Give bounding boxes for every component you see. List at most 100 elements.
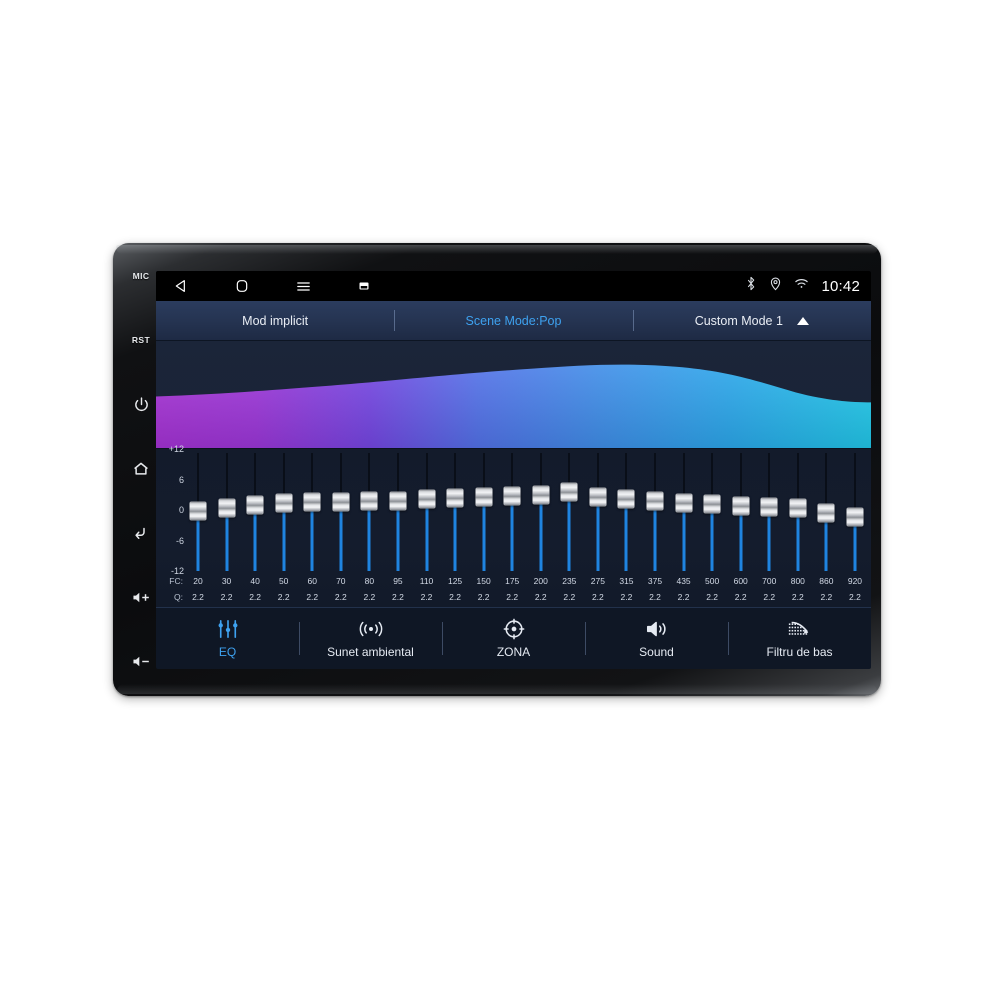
eq-slider-handle[interactable] [589,487,607,507]
volume-down-key[interactable] [126,651,156,673]
hardware-key-column: MIC RST [123,265,159,673]
eq-slider[interactable] [274,453,294,571]
fc-value: 50 [278,576,289,586]
eq-slider[interactable] [217,453,237,571]
eq-slider[interactable] [845,453,865,571]
android-status-bar: 10:42 [156,271,871,301]
eq-slider-handle[interactable] [789,498,807,518]
eq-slider[interactable] [188,453,208,571]
q-value: 2.2 [249,592,262,602]
status-indicators: 10:42 [745,271,860,301]
tab-ambient-sound[interactable]: Sunet ambiental [299,608,442,669]
eq-slider-handle[interactable] [503,486,521,506]
mode-custom-button[interactable]: Custom Mode 1 [632,301,871,340]
eq-slider-handle[interactable] [846,507,864,527]
eq-slider-handle[interactable] [275,493,293,513]
eq-slider-handle[interactable] [189,501,207,521]
eq-slider[interactable] [816,453,836,571]
tab-bass-filter[interactable]: Filtru de bas [728,608,871,669]
nav-back-button[interactable] [170,275,192,297]
nav-menu-button[interactable] [292,275,314,297]
mode-scene-label: Scene Mode:Pop [465,313,562,328]
eq-slider-handle[interactable] [732,496,750,516]
eq-slider-handle[interactable] [389,491,407,511]
q-value: 2.2 [220,592,233,602]
eq-slider[interactable] [759,453,779,571]
eq-slider[interactable] [788,453,808,571]
speaker-volume-icon [645,618,669,640]
reset-key[interactable]: RST [126,329,156,351]
eq-slider[interactable] [474,453,494,571]
eq-slider-fill [425,499,428,571]
eq-slider[interactable] [388,453,408,571]
q-value: 2.2 [677,592,690,602]
mode-scene-button[interactable]: Scene Mode:Pop [394,301,632,340]
fc-q-table: FC: 20 30 40 50 60 70 80 95 110 125 150 175 200 235 27… [156,573,871,605]
chevron-up-icon[interactable] [796,316,809,325]
eq-slider-fill [453,498,457,571]
eq-slider-handle[interactable] [646,491,664,511]
eq-slider-group [188,453,865,571]
q-value: 2.2 [649,592,661,602]
tab-zone[interactable]: ZONA [442,608,585,669]
car-head-unit-device: MIC RST 10:42 Mod implicit Scene Mode:Po… [113,243,881,696]
q-value: 2.2 [734,592,747,602]
home-key[interactable] [126,458,156,480]
eq-slider[interactable] [588,453,608,571]
eq-slider-fill [682,502,686,571]
q-value: 2.2 [449,592,461,602]
tab-sound-label: Sound [639,645,674,659]
fc-value: 435 [676,576,691,586]
fc-value: 125 [447,576,463,586]
q-value: 2.2 [706,592,719,602]
eq-slider-handle[interactable] [617,489,635,509]
eq-slider[interactable] [559,453,579,571]
eq-slider[interactable] [645,453,665,571]
q-row: Q: 2.2 2.2 2.2 2.2 2.2 2.2 2.2 2.2 2.2 2.2 2.2 2.2 2… [156,589,871,605]
eq-slider-handle[interactable] [760,497,778,517]
q-value: 2.2 [363,592,376,602]
fc-value: 20 [193,576,203,586]
eq-slider[interactable] [502,453,522,571]
eq-slider-handle[interactable] [675,493,693,513]
eq-slider-handle[interactable] [817,503,835,523]
eq-slider[interactable] [616,453,636,571]
nav-screenshot-button[interactable] [353,275,375,297]
mode-default-button[interactable]: Mod implicit [156,301,394,340]
mic-key[interactable]: MIC [126,265,156,287]
back-key[interactable] [126,522,156,544]
eq-slider-fill [767,506,771,571]
eq-slider[interactable] [331,453,351,571]
eq-slider-handle[interactable] [703,494,721,514]
eq-slider-handle[interactable] [560,482,578,502]
eq-slider-handle[interactable] [418,489,435,509]
nav-home-button[interactable] [231,275,253,297]
q-row-label: Q: [174,592,183,602]
eq-slider-handle[interactable] [360,491,378,511]
eq-slider-fill [367,501,371,571]
eq-slider[interactable] [674,453,694,571]
eq-slider-handle[interactable] [446,488,464,508]
tab-eq[interactable]: EQ [156,608,299,669]
fc-value: 315 [619,576,634,586]
eq-slider[interactable] [731,453,751,571]
eq-slider-handle[interactable] [475,487,493,507]
fc-value: 275 [590,576,605,586]
tab-sound[interactable]: Sound [585,608,728,669]
eq-slider[interactable] [417,453,437,571]
eq-slider[interactable] [302,453,322,571]
eq-slider[interactable] [245,453,265,571]
fc-value: 30 [221,576,232,586]
power-key[interactable] [126,394,156,416]
q-value: 2.2 [763,592,776,602]
eq-slider-handle[interactable] [532,485,550,505]
eq-slider-handle[interactable] [218,498,236,518]
eq-slider-handle[interactable] [332,492,350,512]
eq-slider[interactable] [445,453,465,571]
eq-slider[interactable] [531,453,551,571]
volume-up-key[interactable] [126,587,156,609]
eq-slider-handle[interactable] [246,495,264,515]
eq-slider[interactable] [702,453,722,571]
eq-slider-handle[interactable] [303,492,321,512]
eq-slider[interactable] [359,453,379,571]
